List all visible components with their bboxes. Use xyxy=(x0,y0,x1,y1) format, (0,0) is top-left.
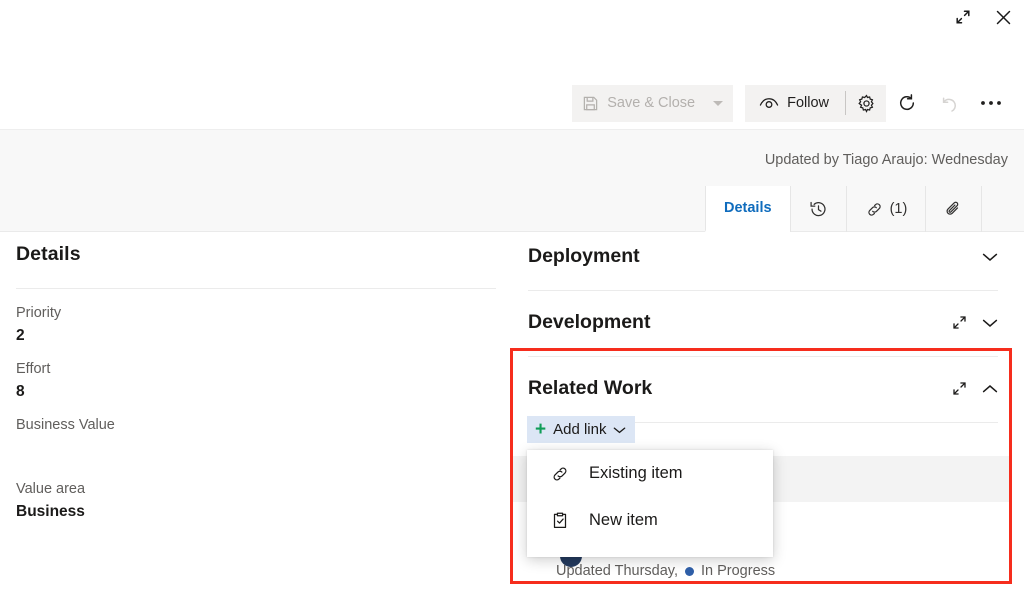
related-work-meta: Updated Thursday, In Progress xyxy=(556,563,775,579)
chevron-down-icon[interactable] xyxy=(982,252,998,262)
details-panel: Details Priority 2 Effort 8 Business Val… xyxy=(16,243,496,521)
development-header[interactable]: Development xyxy=(510,309,1012,334)
field-value-area: Value area Business xyxy=(16,481,496,521)
details-divider xyxy=(16,288,496,289)
menu-item-existing-item-label: Existing item xyxy=(589,464,683,483)
caret-down-icon[interactable] xyxy=(713,101,723,106)
follow-button[interactable]: Follow xyxy=(745,85,845,122)
section-deployment: Deployment xyxy=(510,243,1012,291)
gear-icon[interactable] xyxy=(846,85,886,122)
field-effort: Effort 8 xyxy=(16,361,496,401)
close-icon[interactable] xyxy=(988,2,1018,32)
development-tools xyxy=(951,314,998,331)
status-dot-icon xyxy=(685,567,694,576)
history-icon xyxy=(809,200,828,219)
link-icon xyxy=(865,200,884,219)
field-business-value-label: Business Value xyxy=(16,417,496,433)
expand-icon[interactable] xyxy=(951,314,968,331)
tab-attachments[interactable] xyxy=(925,186,982,232)
field-business-value-value[interactable] xyxy=(16,439,496,465)
field-value-area-value[interactable]: Business xyxy=(16,503,496,521)
save-icon xyxy=(582,95,599,112)
field-priority-value[interactable]: 2 xyxy=(16,327,496,345)
section-development: Development xyxy=(510,309,1012,357)
field-priority: Priority 2 xyxy=(16,305,496,345)
related-work-status: In Progress xyxy=(701,563,775,579)
window-controls xyxy=(948,0,1018,34)
add-link-dropdown-menu: Existing item New item xyxy=(527,450,773,557)
menu-item-new-item[interactable]: New item xyxy=(527,497,773,544)
tab-details[interactable]: Details xyxy=(705,186,790,232)
related-work-updated-text: Updated Thursday, xyxy=(556,563,678,579)
expand-icon[interactable] xyxy=(951,380,968,397)
work-item-dialog: Save & Close Follow xyxy=(0,0,1024,614)
chevron-up-icon[interactable] xyxy=(982,384,998,394)
field-effort-value[interactable]: 8 xyxy=(16,383,496,401)
related-work-title: Related Work xyxy=(528,377,652,400)
right-panel: Deployment Development xyxy=(510,243,1012,423)
expand-icon[interactable] xyxy=(948,2,978,32)
deployment-header[interactable]: Deployment xyxy=(510,243,1012,268)
related-work-body: + Add link xyxy=(513,416,1009,443)
follow-label: Follow xyxy=(787,95,829,111)
deployment-title: Deployment xyxy=(528,245,640,268)
updated-by-text: Updated by Tiago Araujo: Wednesday xyxy=(765,152,1008,168)
details-title: Details xyxy=(16,243,496,266)
plus-icon: + xyxy=(535,423,546,437)
chevron-down-icon[interactable] xyxy=(982,318,998,328)
menu-item-existing-item[interactable]: Existing item xyxy=(527,450,773,497)
tab-history[interactable] xyxy=(790,186,846,232)
development-title: Development xyxy=(528,311,650,334)
tab-bar: Details (1) xyxy=(705,186,982,232)
deployment-divider xyxy=(528,290,998,291)
field-value-area-label: Value area xyxy=(16,481,496,497)
chevron-down-icon[interactable] xyxy=(613,426,626,434)
eye-icon xyxy=(759,96,779,111)
field-business-value: Business Value xyxy=(16,417,496,465)
deployment-tools xyxy=(982,252,998,262)
related-work-tools xyxy=(951,380,998,397)
menu-item-new-item-label: New item xyxy=(589,511,658,530)
save-and-close-label: Save & Close xyxy=(607,95,695,111)
save-and-close-button[interactable]: Save & Close xyxy=(572,85,733,122)
command-toolbar: Save & Close Follow xyxy=(0,78,1024,128)
field-priority-label: Priority xyxy=(16,305,496,321)
link-icon xyxy=(549,464,571,484)
development-divider xyxy=(528,356,998,357)
add-link-button[interactable]: + Add link xyxy=(527,416,635,443)
related-work-header[interactable]: Related Work xyxy=(510,375,1012,400)
add-link-label: Add link xyxy=(553,421,606,438)
field-effort-label: Effort xyxy=(16,361,496,377)
ellipsis-icon[interactable] xyxy=(970,85,1012,122)
attachment-icon xyxy=(944,200,963,219)
follow-group: Follow xyxy=(745,85,886,122)
tab-details-label: Details xyxy=(724,200,772,216)
tab-links-count: (1) xyxy=(890,201,908,217)
refresh-icon[interactable] xyxy=(886,85,928,122)
undo-icon[interactable] xyxy=(928,85,970,122)
clipboard-check-icon xyxy=(549,511,571,531)
tab-links[interactable]: (1) xyxy=(846,186,926,232)
